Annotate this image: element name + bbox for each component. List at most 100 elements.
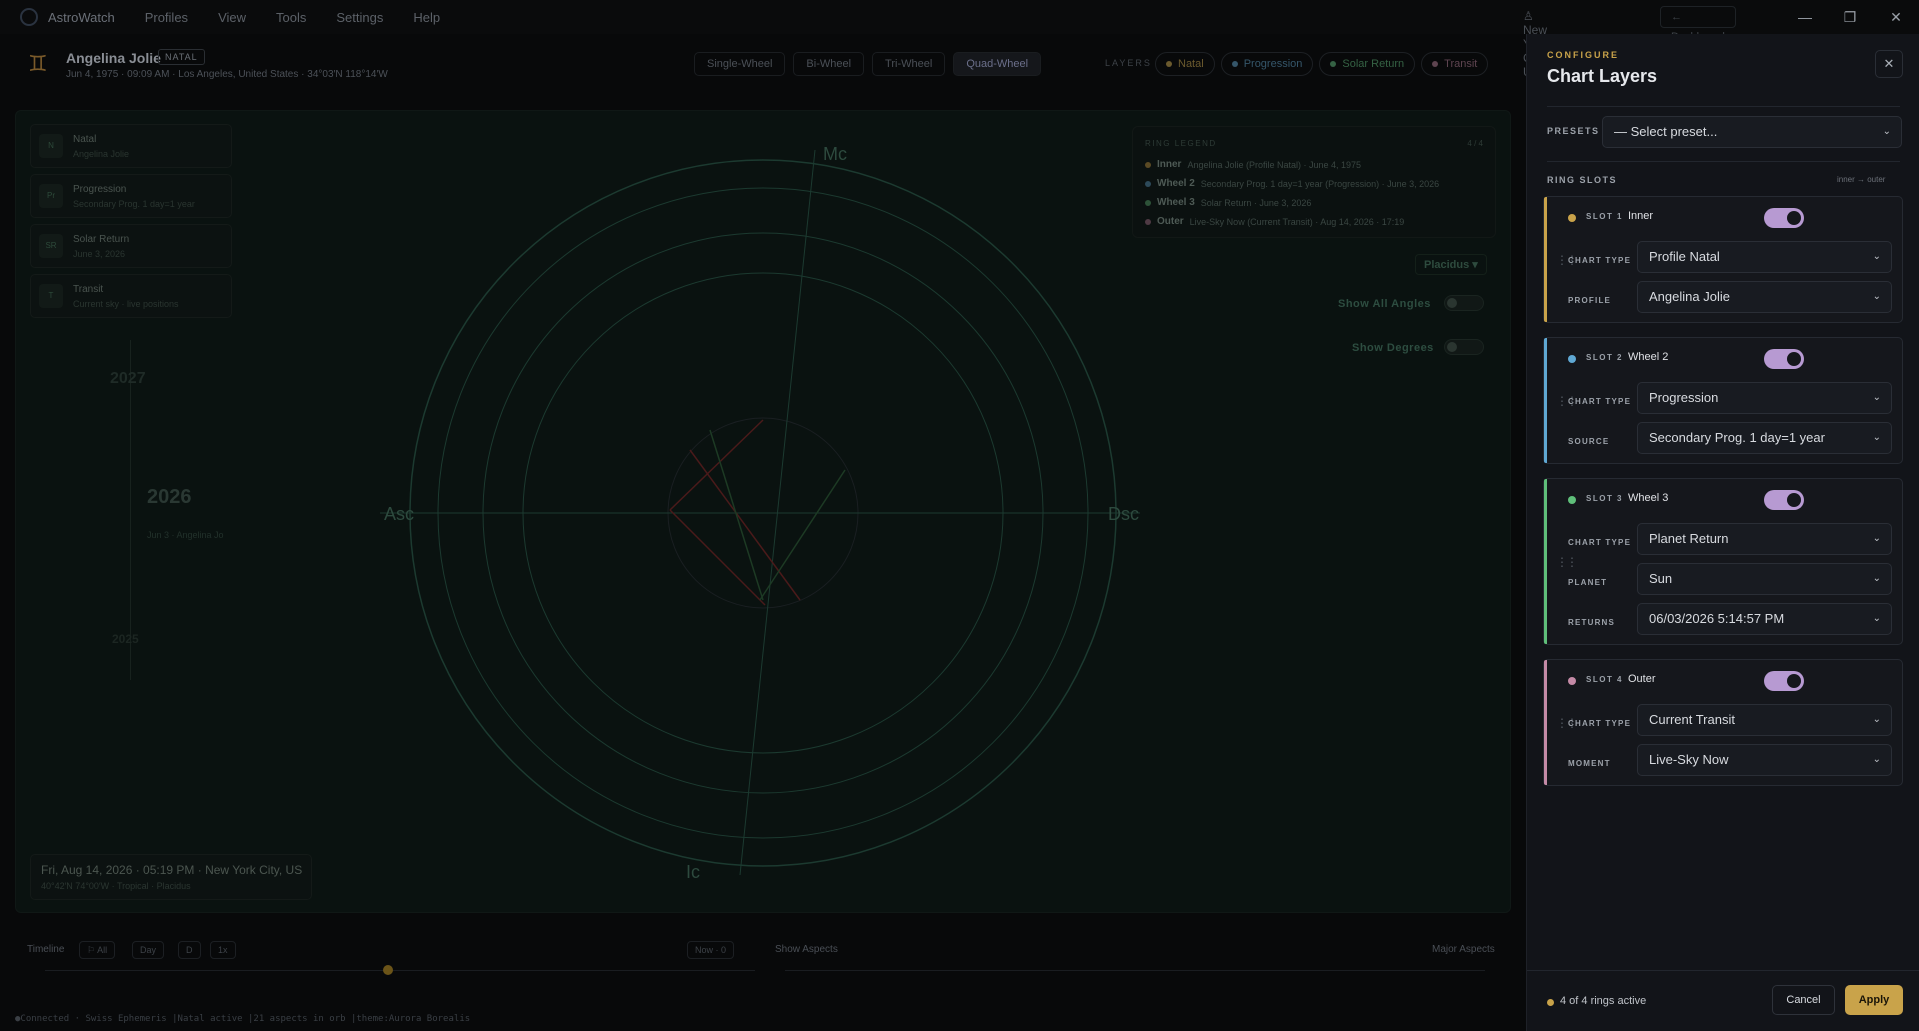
timeline-step-d[interactable]: D <box>178 941 201 959</box>
timeline-track[interactable] <box>45 970 755 971</box>
menu-help[interactable]: Help <box>413 10 440 25</box>
timeline-year-bottom: 2025 <box>112 632 139 646</box>
legend-dot-icon <box>1145 199 1151 206</box>
ring-slot-3: SLOT 3 Wheel 3 ⋮⋮ CHART TYPE Planet Retu… <box>1543 478 1903 645</box>
chart-wheel[interactable]: Mc Asc Dsc Ic <box>380 130 1140 890</box>
layer-card-subtitle: Current sky · live positions <box>73 299 179 309</box>
slot-4-chart-type-select[interactable]: Current Transit ⌄ <box>1637 704 1892 736</box>
slot-1-chart-type-select[interactable]: Profile Natal ⌄ <box>1637 241 1892 273</box>
show-all-angles-label: Show All Angles <box>1338 298 1431 310</box>
close-window-button[interactable]: ✕ <box>1873 0 1919 34</box>
slot-4-toggle[interactable] <box>1764 671 1804 691</box>
legend-row-name: Inner <box>1157 159 1182 170</box>
show-all-angles-toggle[interactable] <box>1444 295 1484 311</box>
slot-3-toggle[interactable] <box>1764 490 1804 510</box>
select-value: Sun <box>1649 571 1673 586</box>
timeline-filter-all-label: All <box>97 945 108 955</box>
slot-dot-icon <box>1568 355 1576 363</box>
layer-chip-label: Progression <box>1243 58 1303 70</box>
ring-slots-label: RING SLOTS <box>1547 175 1618 185</box>
timeline-step-day[interactable]: Day <box>132 941 165 959</box>
layer-chip-transit[interactable]: Transit <box>1421 52 1489 76</box>
legend-dot-icon <box>1145 180 1151 187</box>
legend-dot-icon <box>1145 161 1151 168</box>
close-panel-button[interactable]: ✕ <box>1875 50 1903 78</box>
slot-3-chart-type-select[interactable]: Planet Return ⌄ <box>1637 523 1892 555</box>
show-degrees-toggle[interactable] <box>1444 339 1484 355</box>
menu-settings[interactable]: Settings <box>336 10 383 25</box>
slot-2-toggle[interactable] <box>1764 349 1804 369</box>
layer-card-natal[interactable]: N Natal Angelina Jolie <box>30 124 232 168</box>
layer-card-transit[interactable]: T Transit Current sky · live positions <box>30 274 232 318</box>
mc-label: Mc <box>823 144 847 164</box>
ring-order-hint: inner → outer <box>1837 175 1886 184</box>
slot-1-toggle[interactable] <box>1764 208 1804 228</box>
show-aspects-label: Show Aspects <box>775 944 838 955</box>
bi-wheel-button[interactable]: Bi-Wheel <box>793 52 865 76</box>
layer-card-abbr: Pr <box>39 184 63 208</box>
chevron-down-icon: ⌄ <box>1882 126 1891 137</box>
ring-slot-2: SLOT 2 Wheel 2 ⋮⋮ CHART TYPE Progression… <box>1543 337 1903 464</box>
slot-2-source-select[interactable]: Secondary Prog. 1 day=1 year ⌄ <box>1637 422 1892 454</box>
field-label: CHART TYPE <box>1568 719 1632 728</box>
cancel-button[interactable]: Cancel <box>1772 985 1835 1015</box>
legend-row-desc: Angelina Jolie (Profile Natal) · June 4,… <box>1187 159 1362 170</box>
aspect-line <box>669 509 766 606</box>
legend-dot-icon <box>1145 218 1151 225</box>
quad-wheel-button[interactable]: Quad-Wheel <box>953 52 1042 76</box>
layer-card-progression[interactable]: Pr Progression Secondary Prog. 1 day=1 yea… <box>30 174 232 218</box>
minimize-button[interactable]: — <box>1782 0 1828 34</box>
profile-name: Angelina Jolie <box>66 50 161 66</box>
select-value: Current Transit <box>1649 712 1735 727</box>
timeline-scrubber[interactable] <box>383 965 393 975</box>
layer-card-abbr: SR <box>39 234 63 258</box>
layer-chip-solar-return[interactable]: Solar Return <box>1319 52 1416 76</box>
slot-4-moment-select[interactable]: Live-Sky Now ⌄ <box>1637 744 1892 776</box>
slot-dot-icon <box>1568 677 1576 685</box>
legend-row-desc: Secondary Prog. 1 day=1 year (Progressio… <box>1200 178 1440 189</box>
legend-row: Outer Live-Sky Now (Current Transit) · Au… <box>1145 216 1404 227</box>
slot-color-bar <box>1544 479 1547 644</box>
layer-chip-progression[interactable]: Progression <box>1220 52 1314 76</box>
status-line: ●Connected · Swiss Ephemeris |Natal acti… <box>15 1014 471 1024</box>
drag-handle-icon[interactable]: ⋮⋮ <box>1556 555 1578 569</box>
layer-card-solar-return[interactable]: SR Solar Return June 3, 2026 <box>30 224 232 268</box>
layer-dot-icon <box>1231 61 1238 67</box>
major-aspects-label: Major Aspects <box>1432 944 1495 955</box>
slot-name: Wheel 3 <box>1628 492 1669 504</box>
apply-button[interactable]: Apply <box>1845 985 1903 1015</box>
chart-layers-panel: CONFIGURE Chart Layers ✕ PRESETS — Selec… <box>1526 34 1919 1031</box>
slot-1-profile-select[interactable]: Angelina Jolie ⌄ <box>1637 281 1892 313</box>
chevron-down-icon: ⌄ <box>1872 432 1881 443</box>
preset-select[interactable]: — Select preset... ⌄ <box>1602 116 1902 148</box>
tri-wheel-button[interactable]: Tri-Wheel <box>872 52 946 76</box>
slot-3-returns-select[interactable]: 06/03/2026 5:14:57 PM ⌄ <box>1637 603 1892 635</box>
aspect-line <box>759 469 846 601</box>
layer-chip-natal[interactable]: Natal <box>1155 52 1215 76</box>
current-moment-card: Fri, Aug 14, 2026 · 05:19 PM · New York … <box>30 854 312 900</box>
legend-row: Inner Angelina Jolie (Profile Natal) · Ju… <box>1145 159 1361 170</box>
dashboard-button[interactable]: ← Dashboard <box>1660 6 1736 43</box>
slot-name: Outer <box>1628 673 1656 685</box>
year-timeline-track[interactable] <box>130 340 131 680</box>
timeline-now-button[interactable]: Now · 0 <box>687 941 735 959</box>
layer-chip-label: Solar Return <box>1342 58 1405 70</box>
timeline-speed[interactable]: 1x <box>210 941 236 959</box>
menu-view[interactable]: View <box>218 10 246 25</box>
house-system-select[interactable]: Placidus ▾ <box>1415 254 1487 275</box>
select-value: Profile Natal <box>1649 249 1720 264</box>
timeline-filter-all[interactable]: ⚐ All <box>79 941 116 959</box>
chevron-down-icon: ⌄ <box>1872 714 1881 725</box>
menu-profiles[interactable]: Profiles <box>145 10 188 25</box>
aspects-track[interactable] <box>785 970 1485 971</box>
single-wheel-button[interactable]: Single-Wheel <box>694 52 786 76</box>
moment-coords: 40°42′N 74°00′W · Tropical · Placidus <box>41 881 191 891</box>
chevron-down-icon: ⌄ <box>1872 291 1881 302</box>
timeline-event: Jun 3 · Angelina Jo <box>147 530 224 540</box>
menu-tools[interactable]: Tools <box>276 10 306 25</box>
slot-2-chart-type-select[interactable]: Progression ⌄ <box>1637 382 1892 414</box>
wheel-mode-group: Single-Wheel Bi-Wheel Tri-Wheel Quad-Whe… <box>694 52 1042 76</box>
slot-3-planet-select[interactable]: Sun ⌄ <box>1637 563 1892 595</box>
main-window: AstroWatch Profiles View Tools Settings … <box>0 0 1919 1031</box>
maximize-button[interactable]: ❐ <box>1827 0 1873 34</box>
